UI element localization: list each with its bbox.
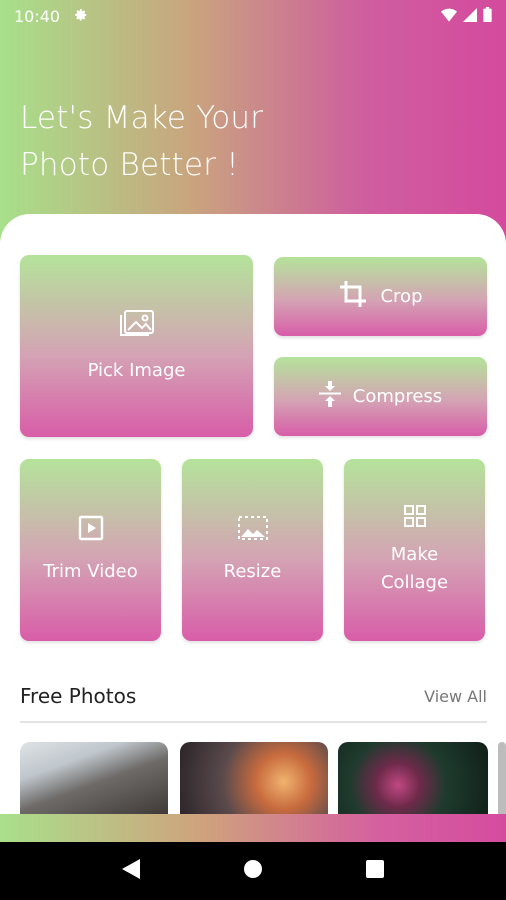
crop-label: Crop (380, 285, 423, 307)
make-collage-line-1: Make (390, 543, 439, 565)
pick-image-label: Pick Image (87, 359, 186, 381)
free-photos-header: Free Photos View All (20, 684, 487, 708)
video-play-icon (78, 515, 104, 546)
compress-label: Compress (352, 385, 443, 407)
wifi-icon (441, 7, 457, 26)
status-time: 10:40 (14, 6, 61, 26)
pick-image-button[interactable]: Pick Image (20, 255, 253, 437)
system-nav-bar (0, 842, 506, 900)
free-photo-thumbnail[interactable] (20, 742, 168, 814)
free-photo-thumbnail[interactable] (498, 742, 506, 814)
home-icon[interactable] (243, 859, 263, 883)
bottom-gradient-bar (0, 814, 506, 842)
view-all-link[interactable]: View All (424, 687, 487, 706)
collage-grid-icon (403, 504, 427, 533)
resize-label: Resize (223, 560, 282, 582)
trim-video-label: Trim Video (43, 560, 138, 582)
title-line-2: Photo Better ! (20, 147, 239, 183)
page-title: Let's Make Your Photo Better ! (20, 95, 263, 189)
make-collage-line-2: Collage (380, 571, 449, 593)
status-bar: 10:40 (0, 0, 506, 32)
resize-button[interactable]: Resize (182, 459, 323, 641)
free-photo-thumbnail[interactable] (338, 742, 488, 814)
back-icon[interactable] (121, 859, 140, 883)
resize-icon (237, 515, 269, 546)
battery-icon (483, 6, 492, 26)
free-photos-title: Free Photos (20, 684, 137, 708)
make-collage-button[interactable]: Make Collage (344, 459, 485, 641)
trim-video-button[interactable]: Trim Video (20, 459, 161, 641)
divider (20, 721, 487, 723)
signal-icon (463, 7, 477, 26)
make-collage-label: Make Collage (381, 541, 448, 597)
title-line-1: Let's Make Your (20, 100, 264, 136)
crop-button[interactable]: Crop (274, 257, 487, 336)
image-icon (119, 308, 155, 343)
gear-icon (74, 7, 88, 26)
tools-card: Pick Image Crop Compress Trim Video Resi… (0, 214, 506, 820)
recents-icon[interactable] (366, 860, 385, 882)
free-photo-thumbnail[interactable] (180, 742, 328, 814)
compress-button[interactable]: Compress (274, 357, 487, 436)
crop-icon (338, 279, 368, 314)
compress-icon (318, 381, 341, 412)
